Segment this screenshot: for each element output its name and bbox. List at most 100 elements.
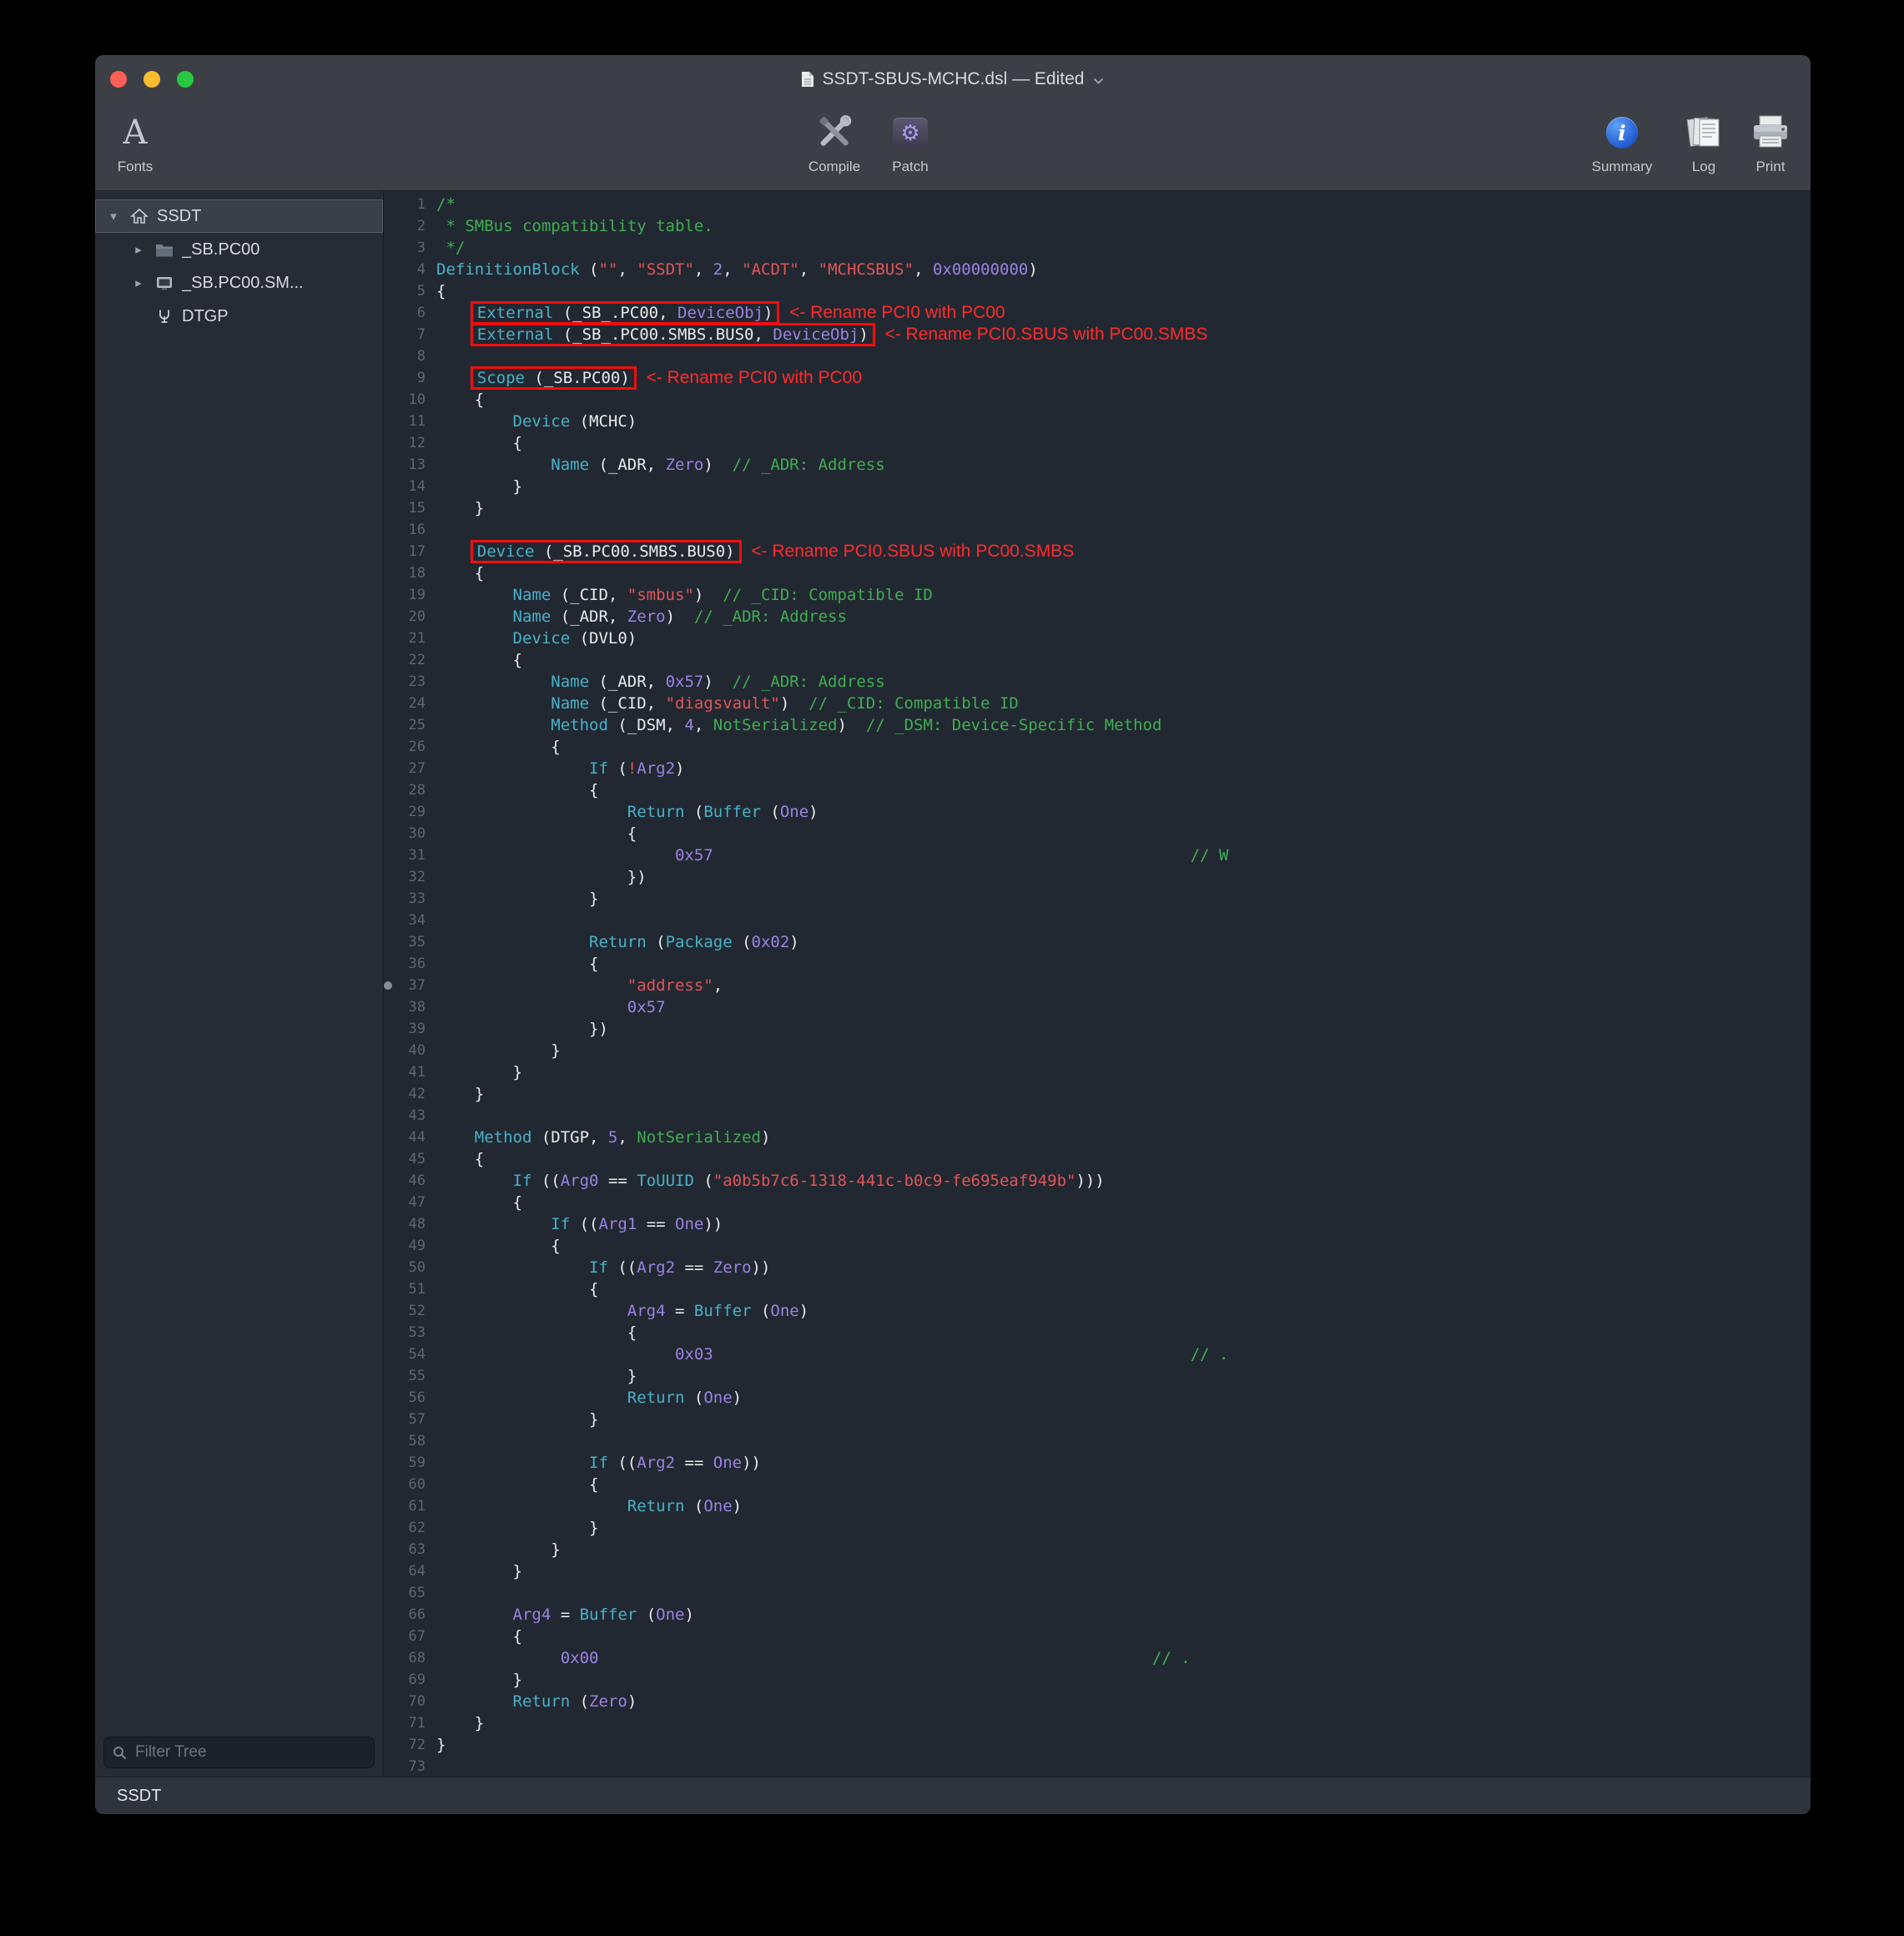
- code-line: 44 Method (DTGP, 5, NotSerialized): [384, 1127, 1811, 1148]
- code-line: 39 }): [384, 1018, 1811, 1040]
- code-line: 26 {: [384, 736, 1811, 758]
- line-number: 55: [384, 1365, 436, 1387]
- code-token: }: [436, 1519, 598, 1537]
- patch-button[interactable]: ⚙ Patch: [877, 108, 944, 175]
- sidebar-item-sb-pc00-sm[interactable]: ▸_SB.PC00.SM...: [95, 266, 383, 300]
- code-line-text: Return (One): [436, 1387, 1811, 1409]
- code-token: Method: [475, 1128, 532, 1147]
- print-icon: [1750, 108, 1791, 157]
- filter-input[interactable]: [133, 1742, 365, 1762]
- code-line-text: External (_SB_.PC00, DeviceObj) <- Renam…: [436, 302, 1811, 324]
- code-token: ): [763, 304, 773, 322]
- code-line: 49 {: [384, 1235, 1811, 1257]
- code-token: Return: [513, 1692, 571, 1711]
- code-line: 72}: [384, 1734, 1811, 1756]
- code-token: */: [436, 239, 465, 257]
- code-token: ==: [675, 1258, 713, 1277]
- line-number: 50: [384, 1257, 436, 1278]
- code-line: 35 Return (Package (0x02): [384, 931, 1811, 953]
- sidebar-item-sb-pc00[interactable]: ▸_SB.PC00: [95, 233, 383, 266]
- code-token: ): [694, 586, 723, 604]
- maciasl-window: SSDT-SBUS-MCHC.dsl — Edited A Fonts: [95, 55, 1811, 1814]
- code-token: [436, 846, 675, 865]
- code-editor[interactable]: 1/*2 * SMBus compatibility table.3 */4De…: [384, 191, 1811, 1777]
- code-line-text: Name (_ADR, Zero) // _ADR: Address: [436, 454, 1811, 476]
- log-button[interactable]: Log: [1679, 108, 1729, 175]
- line-number: 11: [384, 411, 436, 432]
- home-icon: [129, 208, 149, 224]
- code-token: (_SB_.PC00.SMBS.BUS0,: [553, 325, 773, 344]
- code-token: }: [436, 1063, 522, 1081]
- summary-button[interactable]: i Summary: [1580, 108, 1664, 175]
- code-line-text: If ((Arg0 == ToUUID ("a0b5b7c6-1318-441c…: [436, 1170, 1811, 1192]
- code-line: 70 Return (Zero): [384, 1691, 1811, 1712]
- code-line-text: Arg4 = Buffer (One): [436, 1300, 1811, 1322]
- disclosure-triangle-icon[interactable]: ▾: [105, 209, 122, 224]
- code-token: ): [666, 608, 694, 626]
- compile-icon: [813, 108, 855, 157]
- code-line: 46 If ((Arg0 == ToUUID ("a0b5b7c6-1318-4…: [384, 1170, 1811, 1192]
- code-token: Arg0: [561, 1172, 599, 1190]
- log-label: Log: [1692, 159, 1715, 175]
- code-token: {: [436, 1475, 598, 1494]
- code-token: [436, 1692, 513, 1711]
- sidebar-item-dtgp[interactable]: DTGP: [95, 300, 383, 333]
- code-token: ): [703, 456, 732, 474]
- code-token: Return: [627, 803, 685, 821]
- code-token: ((: [570, 1215, 598, 1233]
- code-token: [436, 608, 513, 626]
- line-number: 62: [384, 1517, 436, 1539]
- code-token: [436, 1258, 589, 1277]
- code-line: 18 {: [384, 562, 1811, 584]
- line-number: 37: [384, 975, 436, 996]
- line-number: 70: [384, 1691, 436, 1712]
- code-token: (_SB.PC00): [525, 369, 630, 387]
- line-number: 61: [384, 1495, 436, 1517]
- line-number: 2: [384, 215, 436, 237]
- code-token: 5: [608, 1128, 617, 1147]
- code-line: 55 }: [384, 1365, 1811, 1387]
- code-line: 7 External (_SB_.PC00.SMBS.BUS0, DeviceO…: [384, 324, 1811, 345]
- code-token: }: [436, 890, 598, 908]
- print-button[interactable]: Print: [1740, 108, 1801, 175]
- line-number: 34: [384, 910, 436, 931]
- filter-field[interactable]: [103, 1737, 375, 1768]
- code-token: (_SB_.PC00,: [553, 304, 677, 322]
- code-token: ): [789, 933, 798, 951]
- sidebar-item-ssdt[interactable]: ▾SSDT: [95, 199, 383, 233]
- line-number: 1: [384, 194, 436, 215]
- code-line-text: {: [436, 1192, 1811, 1213]
- line-number: 43: [384, 1105, 436, 1127]
- disclosure-triangle-icon[interactable]: ▸: [130, 275, 147, 290]
- fonts-button[interactable]: A Fonts: [105, 108, 165, 175]
- code-line-text: }): [436, 1018, 1811, 1040]
- line-number: 8: [384, 345, 436, 367]
- titlebar[interactable]: SSDT-SBUS-MCHC.dsl — Edited: [95, 55, 1811, 103]
- line-number: 22: [384, 649, 436, 671]
- code-token: One: [675, 1215, 703, 1233]
- code-token: {: [436, 391, 484, 409]
- code-line: 60 {: [384, 1474, 1811, 1495]
- compile-button[interactable]: Compile: [798, 108, 871, 175]
- code-token: {: [436, 282, 446, 300]
- code-line: 33 }: [384, 888, 1811, 910]
- code-token: )): [742, 1454, 761, 1472]
- line-number: 54: [384, 1344, 436, 1365]
- line-number: 9: [384, 367, 436, 389]
- code-token: (_ADR,: [551, 608, 627, 626]
- code-token: ,: [914, 260, 933, 279]
- line-number: 32: [384, 866, 436, 888]
- code-line: 37 "address",: [384, 975, 1811, 996]
- code-token: }: [436, 1041, 561, 1060]
- title-chevron-icon[interactable]: [1092, 77, 1105, 85]
- line-number: 26: [384, 736, 436, 758]
- code-token: (MCHC): [570, 412, 637, 431]
- code-line-text: }): [436, 866, 1811, 888]
- code-line-text: * SMBus compatibility table.: [436, 215, 1811, 237]
- line-number: 30: [384, 823, 436, 844]
- code-line: 53 {: [384, 1322, 1811, 1344]
- code-token: ): [733, 1497, 742, 1515]
- disclosure-triangle-icon[interactable]: ▸: [130, 242, 147, 257]
- code-token: ): [703, 673, 732, 691]
- rename-highlight-box: External (_SB_.PC00, DeviceObj): [471, 301, 780, 325]
